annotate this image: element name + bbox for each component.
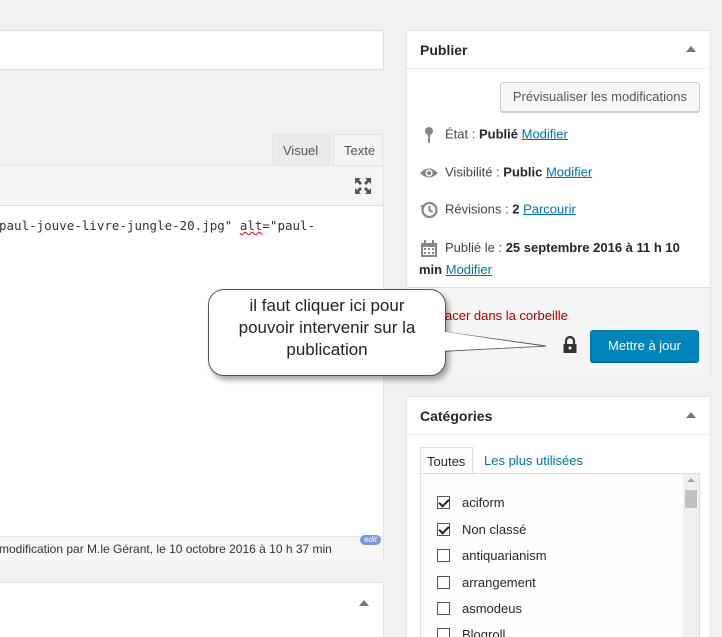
status-row: État : Publié Modifier xyxy=(419,125,568,145)
list-item[interactable]: aciform xyxy=(437,495,505,510)
checkbox[interactable] xyxy=(437,628,450,637)
tab-all-categories[interactable]: Toutes xyxy=(420,447,473,474)
revisions-label: Révisions : xyxy=(445,201,513,217)
revisions-row: Révisions : 2 Parcourir xyxy=(419,200,576,220)
callout-line-1: il faut cliquer ici pour xyxy=(249,296,405,315)
collapse-arrow-icon[interactable] xyxy=(359,600,369,606)
last-edit-status: modification par M.le Gérant, le 10 octo… xyxy=(0,536,383,560)
categories-title: Catégories xyxy=(407,397,710,435)
tab-most-used[interactable]: Les plus utilisées xyxy=(484,447,583,474)
visibility-label: Visibilité : xyxy=(445,164,504,180)
checkbox[interactable] xyxy=(437,549,450,562)
code-text-alt: alt xyxy=(239,218,263,233)
collapse-arrow-icon[interactable] xyxy=(686,46,696,52)
category-checklist: aciform Non classé antiquarianism arrang… xyxy=(420,473,700,637)
category-label: aciform xyxy=(462,495,505,510)
callout-line-3: publication xyxy=(286,340,368,359)
status-edit-link[interactable]: Modifier xyxy=(522,126,568,141)
list-item[interactable]: antiquarianism xyxy=(437,548,547,563)
pin-icon xyxy=(425,127,433,143)
list-item[interactable]: Blogroll xyxy=(437,627,505,637)
edit-badge[interactable]: edit xyxy=(360,535,381,545)
categories-box: Catégories Toutes Les plus utilisées aci… xyxy=(406,396,711,637)
major-publishing-actions: acer dans la corbeille Mettre à jour xyxy=(407,287,710,376)
revisions-value: 2 xyxy=(512,201,520,217)
callout-line-2: pouvoir intervenir sur la xyxy=(238,318,416,337)
calendar-icon xyxy=(421,239,437,257)
checkbox[interactable] xyxy=(437,602,450,615)
publish-date-row: Publié le : 25 septembre 2016 à 11 h 10 … xyxy=(419,237,704,281)
preview-changes-button[interactable]: Prévisualiser les modifications xyxy=(499,82,700,112)
publish-date-edit-link[interactable]: Modifier xyxy=(446,262,492,277)
editor-toolbar xyxy=(0,166,383,206)
publish-date-label: Publié le : xyxy=(445,240,506,255)
list-item[interactable]: asmodeus xyxy=(437,601,522,616)
status-value: Publié xyxy=(478,126,518,142)
category-label: Non classé xyxy=(462,522,527,537)
scrollbar[interactable] xyxy=(683,474,699,637)
publish-title: Publier xyxy=(407,31,710,69)
move-to-trash-link[interactable]: acer dans la corbeille xyxy=(445,308,568,323)
checkbox[interactable] xyxy=(437,576,450,589)
list-item[interactable]: Non classé xyxy=(437,522,526,537)
tab-texte[interactable]: Texte xyxy=(333,134,383,165)
fullscreen-icon[interactable] xyxy=(353,176,373,196)
visibility-edit-link[interactable]: Modifier xyxy=(546,164,592,179)
category-label: arrangement xyxy=(462,575,536,590)
list-item[interactable]: arrangement xyxy=(437,575,536,590)
category-label: Blogroll xyxy=(462,627,506,637)
history-icon xyxy=(420,201,438,219)
checkbox[interactable] xyxy=(437,523,450,536)
category-label: antiquarianism xyxy=(462,548,547,563)
code-text-part2: ="paul- xyxy=(262,218,316,233)
scroll-thumb[interactable] xyxy=(685,490,697,508)
revisions-browse-link[interactable]: Parcourir xyxy=(523,201,576,216)
code-text[interactable]: paul-jouve-livre-jungle-20.jpg" alt="pau… xyxy=(0,218,315,233)
status-label: État : xyxy=(445,126,479,142)
update-button[interactable]: Mettre à jour xyxy=(590,330,699,362)
category-label: asmodeus xyxy=(462,601,522,616)
tab-visuel[interactable]: Visuel xyxy=(272,134,330,165)
visibility-row: Visibilité : Public Modifier xyxy=(419,163,592,183)
code-text-part1: paul-jouve-livre-jungle-20.jpg" xyxy=(0,218,240,233)
scroll-up-icon[interactable] xyxy=(687,478,695,482)
checkbox[interactable] xyxy=(437,496,450,509)
collapse-arrow-icon[interactable] xyxy=(686,412,696,418)
eye-icon xyxy=(420,168,438,178)
post-title-input[interactable] xyxy=(0,30,384,70)
annotation-callout: il faut cliquer ici pour pouvoir interve… xyxy=(208,289,446,376)
publish-box: Publier Prévisualiser les modifications … xyxy=(406,30,711,376)
visibility-value: Public xyxy=(503,164,543,180)
lock-icon xyxy=(563,336,577,353)
secondary-metabox xyxy=(0,582,384,637)
